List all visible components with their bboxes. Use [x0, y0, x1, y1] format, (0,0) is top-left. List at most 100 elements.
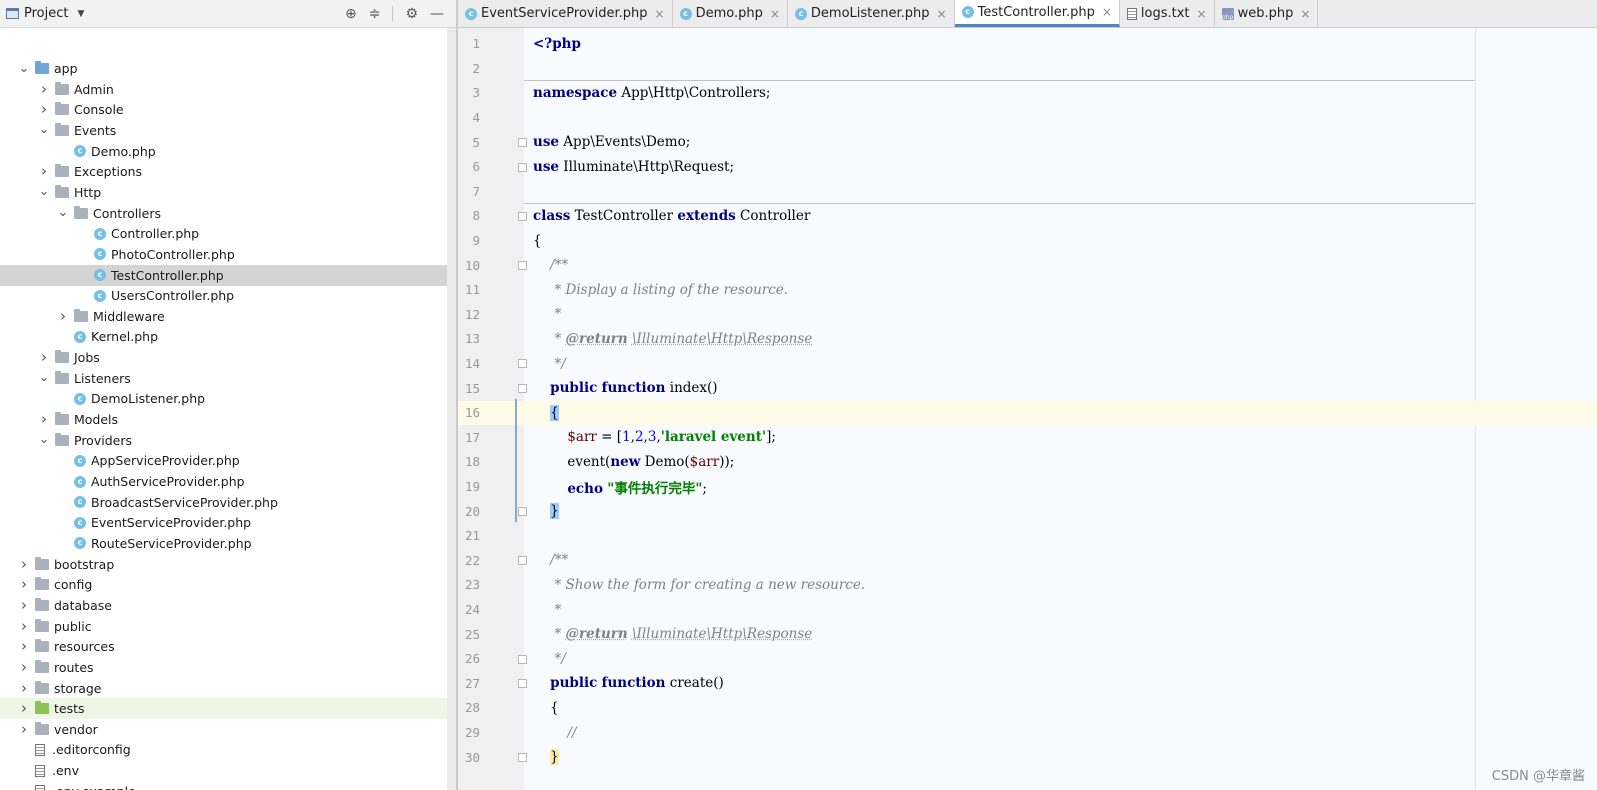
minimize-icon[interactable]: —	[430, 6, 444, 22]
code-line[interactable]: 23 * Show the form for creating a new re…	[458, 573, 1597, 598]
code-line[interactable]: 2	[458, 56, 1597, 81]
tree-item-broadcastserviceprovider-php[interactable]: c BroadcastServiceProvider.php	[0, 492, 456, 513]
tree-item-env-example[interactable]: .env.example	[0, 781, 456, 790]
close-icon[interactable]: ×	[1300, 7, 1310, 21]
tab-demolistener-php[interactable]: c DemoListener.php ×	[788, 0, 955, 27]
code-line[interactable]: 14 */	[458, 351, 1597, 376]
tree-item-appserviceprovider-php[interactable]: c AppServiceProvider.php	[0, 450, 456, 471]
tree-item-controllers[interactable]: ⌄ Controllers	[0, 203, 456, 224]
chevron-right-icon[interactable]: ›	[38, 350, 50, 365]
chevron-right-icon[interactable]: ›	[18, 597, 30, 613]
tab-logs-txt[interactable]: logs.txt ×	[1120, 0, 1215, 27]
chevron-right-icon[interactable]: ›	[18, 680, 30, 696]
code-line[interactable]: 27 public function create()	[458, 671, 1597, 696]
code-line[interactable]: 8 class TestController extends Controller	[458, 204, 1597, 229]
tree-item-eventserviceprovider-php[interactable]: c EventServiceProvider.php	[0, 512, 456, 533]
chevron-right-icon[interactable]: ›	[18, 721, 30, 737]
code-line[interactable]: 6 use Illuminate\Http\Request;	[458, 155, 1597, 180]
chevron-down-icon[interactable]: ⌄	[38, 371, 50, 384]
chevron-right-icon[interactable]: ›	[38, 412, 50, 427]
tree-item-routeserviceprovider-php[interactable]: c RouteServiceProvider.php	[0, 533, 456, 554]
project-scrollbar[interactable]	[447, 28, 456, 790]
chevron-down-icon[interactable]: ⌄	[18, 62, 30, 75]
tree-item-listeners[interactable]: ⌄ Listeners	[0, 368, 456, 389]
tree-item-models[interactable]: › Models	[0, 409, 456, 430]
code-line[interactable]: 4	[458, 105, 1597, 130]
chevron-right-icon[interactable]: ›	[18, 556, 30, 572]
code-line[interactable]: 25 * @return \Illuminate\Http\Response	[458, 622, 1597, 647]
code-line[interactable]: 3 namespace App\Http\Controllers;	[458, 81, 1597, 106]
code-line[interactable]: 18 event(new Demo($arr));	[458, 450, 1597, 475]
code-line[interactable]: 19 echo "事件执行完毕";	[458, 474, 1597, 499]
tree-item-admin[interactable]: › Admin	[0, 79, 456, 100]
tree-item-userscontroller-php[interactable]: c UsersController.php	[0, 285, 456, 306]
chevron-down-icon[interactable]: ⌄	[38, 185, 50, 198]
project-view-selector[interactable]: Project ▼	[0, 6, 84, 21]
chevron-right-icon[interactable]: ›	[57, 308, 69, 324]
code-line[interactable]: 9{	[458, 228, 1597, 253]
fold-marker-icon[interactable]	[518, 260, 527, 270]
tree-item-testcontroller-php[interactable]: c TestController.php	[0, 264, 456, 286]
chevron-down-icon[interactable]: ⌄	[57, 206, 69, 219]
tree-item-authserviceprovider-php[interactable]: c AuthServiceProvider.php	[0, 471, 456, 492]
code-line[interactable]: 29 //	[458, 720, 1597, 745]
close-icon[interactable]: ×	[937, 7, 947, 21]
code-line[interactable]: 17 $arr = [1,2,3,'laravel event'];	[458, 425, 1597, 450]
fold-marker-icon[interactable]	[518, 383, 527, 393]
tab-eventserviceprovider-php[interactable]: c EventServiceProvider.php ×	[458, 0, 673, 27]
tree-item-console[interactable]: › Console	[0, 99, 456, 120]
fold-marker-icon[interactable]	[518, 506, 527, 516]
chevron-right-icon[interactable]: ›	[18, 618, 30, 634]
code-line[interactable]: 30 }	[458, 745, 1597, 770]
tree-item-demolistener-php[interactable]: c DemoListener.php	[0, 388, 456, 409]
tree-item-env[interactable]: .env	[0, 760, 456, 781]
tab-testcontroller-php[interactable]: c TestController.php ×	[954, 0, 1120, 27]
code-line[interactable]: 13 * @return \Illuminate\Http\Response	[458, 327, 1597, 352]
chevron-right-icon[interactable]: ›	[38, 81, 50, 97]
fold-marker-icon[interactable]	[518, 654, 527, 664]
tree-item-app[interactable]: ⌄ app	[0, 58, 456, 79]
fold-marker-icon[interactable]	[518, 679, 527, 689]
close-icon[interactable]: ×	[770, 7, 780, 21]
tree-item-kernel-php[interactable]: c Kernel.php	[0, 326, 456, 347]
tree-item-resources[interactable]: › resources	[0, 636, 456, 657]
code-line[interactable]: 1 <?php	[458, 32, 1597, 57]
chevron-down-icon[interactable]: ⌄	[38, 433, 50, 446]
collapse-icon[interactable]: ≑	[369, 6, 381, 22]
code-line[interactable]: 15 public function index()	[458, 376, 1597, 401]
close-icon[interactable]: ×	[1197, 7, 1207, 21]
code-line[interactable]: 7	[458, 179, 1597, 204]
fold-marker-icon[interactable]	[518, 359, 527, 369]
close-icon[interactable]: ×	[1102, 5, 1112, 19]
code-line[interactable]: 12 *	[458, 302, 1597, 327]
chevron-right-icon[interactable]: ›	[18, 701, 30, 716]
tree-item-storage[interactable]: › storage	[0, 678, 456, 699]
tree-item-editorconfig[interactable]: .editorconfig	[0, 739, 456, 760]
code-line[interactable]: 10 /**	[458, 253, 1597, 278]
code-editor[interactable]: 1 <?php 2 3 namespace App\Http\Controllers; 4…	[458, 28, 1597, 790]
code-line[interactable]: 22 /**	[458, 548, 1597, 573]
tree-item-demo-php[interactable]: c Demo.php	[0, 141, 456, 162]
tree-item-bootstrap[interactable]: › bootstrap	[0, 554, 456, 575]
code-line[interactable]: 11 * Display a listing of the resource.	[458, 278, 1597, 303]
chevron-right-icon[interactable]: ›	[38, 102, 50, 117]
code-line[interactable]: 28 {	[458, 696, 1597, 721]
tree-item-vendor[interactable]: › vendor	[0, 719, 456, 740]
code-line[interactable]: 26 */	[458, 647, 1597, 672]
tree-item-database[interactable]: › database	[0, 595, 456, 616]
tree-item-routes[interactable]: › routes	[0, 657, 456, 678]
code-line[interactable]: 24 *	[458, 597, 1597, 622]
tab-web-php[interactable]: php web.php ×	[1215, 0, 1319, 27]
tree-item-tests[interactable]: › tests	[0, 698, 456, 720]
tree-item-middleware[interactable]: › Middleware	[0, 306, 456, 327]
tree-item-controller-php[interactable]: c Controller.php	[0, 223, 456, 244]
fold-marker-icon[interactable]	[518, 211, 527, 221]
tree-item-providers[interactable]: ⌄ Providers	[0, 430, 456, 451]
chevron-right-icon[interactable]: ›	[18, 639, 30, 654]
chevron-right-icon[interactable]: ›	[18, 577, 30, 592]
chevron-right-icon[interactable]: ›	[38, 164, 50, 179]
chevron-right-icon[interactable]: ›	[18, 659, 30, 675]
fold-marker-icon[interactable]	[518, 162, 527, 172]
locate-icon[interactable]: ⊕	[345, 6, 357, 22]
tree-item-http[interactable]: ⌄ Http	[0, 182, 456, 203]
